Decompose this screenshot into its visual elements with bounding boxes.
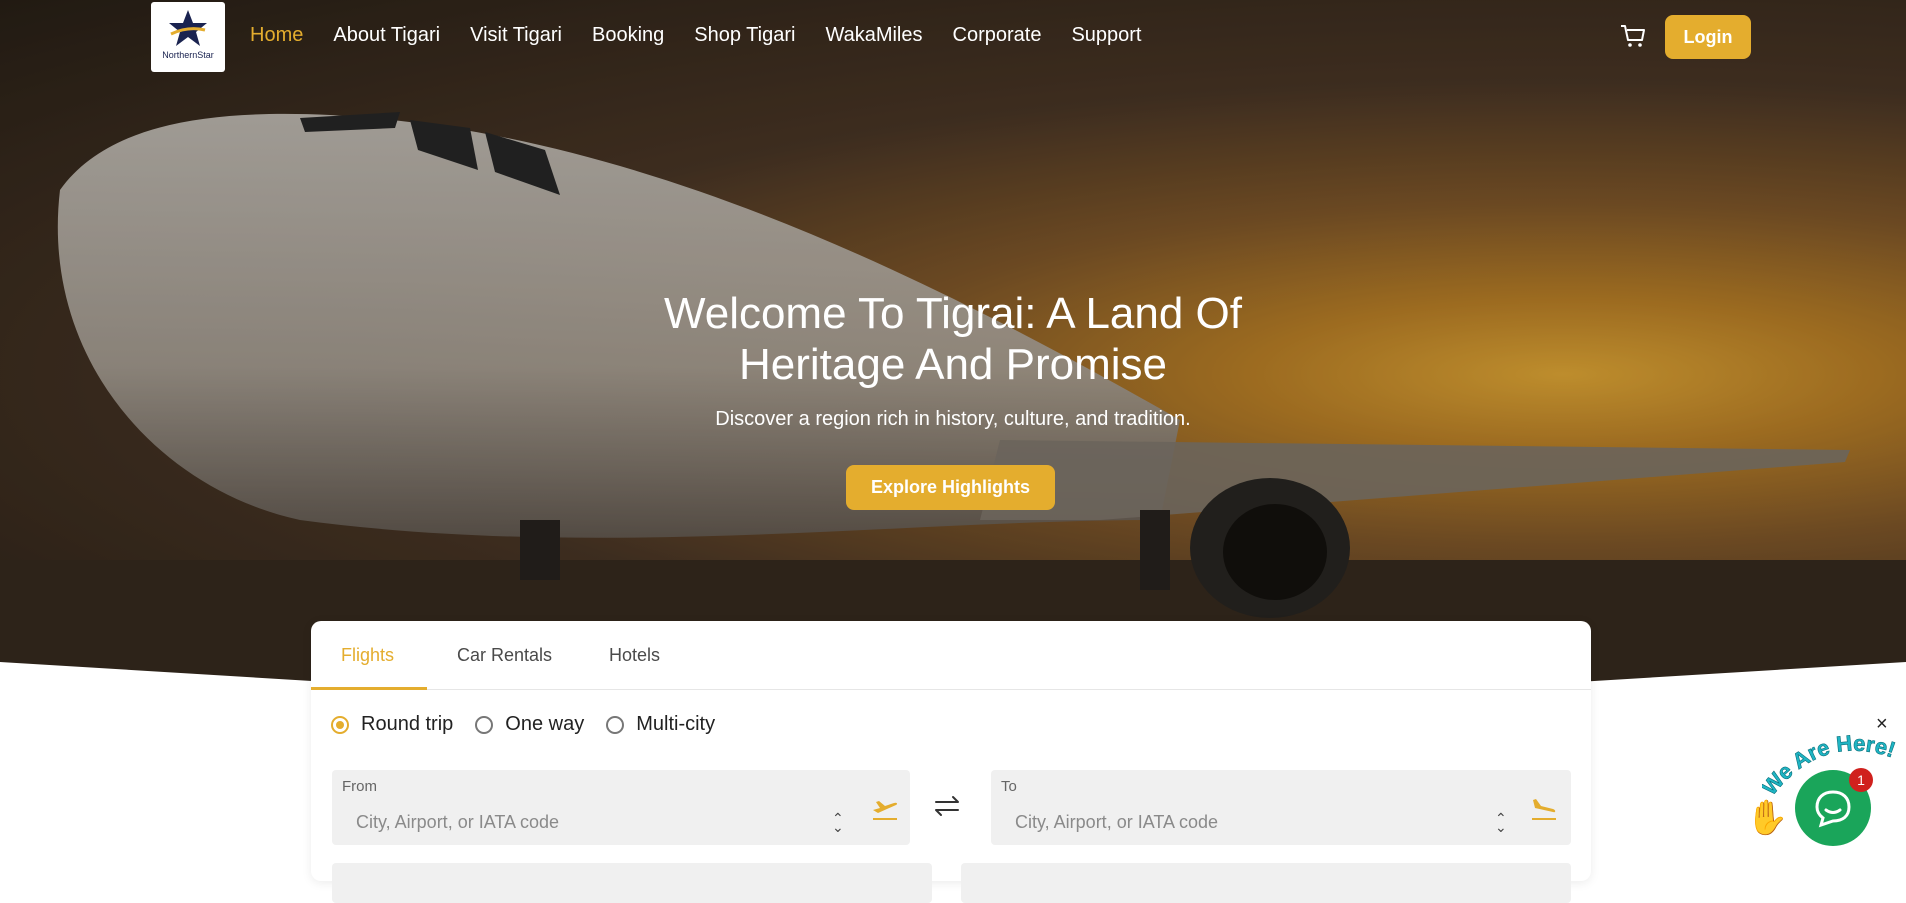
radio-multi-city[interactable]: Multi-city (606, 713, 715, 736)
radio-one-way[interactable]: One way (475, 713, 584, 736)
brand-logo[interactable]: NorthernStar (151, 2, 225, 72)
from-placeholder: City, Airport, or IATA code (356, 812, 560, 832)
nav-corporate[interactable]: Corporate (953, 24, 1042, 47)
from-field[interactable]: From City, Airport, or IATA code ⌃ ⌄ (332, 770, 910, 845)
waving-hand-icon: ✋ (1746, 799, 1789, 837)
main-menu: Home About Tigari Visit Tigari Booking S… (250, 24, 1172, 47)
nav-booking[interactable]: Booking (592, 24, 664, 47)
plane-landing-icon (1532, 799, 1556, 820)
close-icon[interactable]: × (1876, 713, 1888, 736)
radio-label: Multi-city (636, 713, 716, 735)
star-logo-icon (169, 10, 207, 46)
login-button[interactable]: Login (1665, 15, 1751, 59)
hero-content: Welcome To Tigrai: A Land Of Heritage An… (0, 288, 1906, 431)
nav-home[interactable]: Home (250, 24, 303, 47)
chevron-updown-icon: ⌃ ⌄ (1495, 810, 1507, 835)
nav-wakamiles[interactable]: WakaMiles (825, 24, 922, 47)
radio-selected-icon (331, 715, 349, 734)
chevron-updown-icon: ⌃ ⌄ (832, 810, 844, 835)
explore-highlights-button[interactable]: Explore Highlights (846, 465, 1055, 510)
nav-visit-tigari[interactable]: Visit Tigari (470, 24, 562, 47)
from-label: From (342, 778, 377, 795)
radio-label: Round trip (361, 713, 454, 735)
active-tab-indicator (311, 687, 427, 690)
radio-label: One way (505, 713, 585, 735)
nav-support[interactable]: Support (1071, 24, 1141, 47)
plane-takeoff-icon (873, 801, 898, 820)
tab-hotels[interactable]: Hotels (609, 645, 660, 666)
booking-card: Flights Car Rentals Hotels Round trip On… (311, 621, 1591, 903)
radio-unselected-icon (606, 715, 625, 734)
trip-type-group: Round trip One way Multi-city (331, 713, 737, 736)
notification-badge: 1 (1849, 768, 1873, 792)
logo-text: NorthernStar (162, 50, 214, 60)
swap-icon[interactable] (932, 792, 962, 820)
to-field[interactable]: To City, Airport, or IATA code ⌃ ⌄ (991, 770, 1571, 845)
tab-car-rentals[interactable]: Car Rentals (457, 645, 552, 666)
chat-button[interactable]: 1 (1795, 768, 1873, 846)
chat-bubble-icon (1815, 790, 1851, 828)
departure-field[interactable] (332, 863, 932, 903)
nav-about-tigari[interactable]: About Tigari (333, 24, 440, 47)
return-field[interactable] (961, 863, 1571, 903)
to-placeholder: City, Airport, or IATA code (1015, 812, 1219, 832)
hero-subtitle: Discover a region rich in history, cultu… (715, 408, 1191, 430)
nav-shop-tigari[interactable]: Shop Tigari (694, 24, 795, 47)
hero-title: Welcome To Tigrai: A Land Of Heritage An… (663, 289, 1242, 389)
radio-unselected-icon (475, 715, 494, 734)
radio-round-trip[interactable]: Round trip (331, 713, 453, 736)
to-label: To (1001, 778, 1017, 795)
tab-flights[interactable]: Flights (341, 645, 394, 666)
cart-icon[interactable] (1620, 24, 1646, 48)
top-navigation: NorthernStar Home About Tigari Visit Tig… (0, 0, 1906, 72)
booking-tabs: Flights Car Rentals Hotels (311, 621, 1591, 690)
